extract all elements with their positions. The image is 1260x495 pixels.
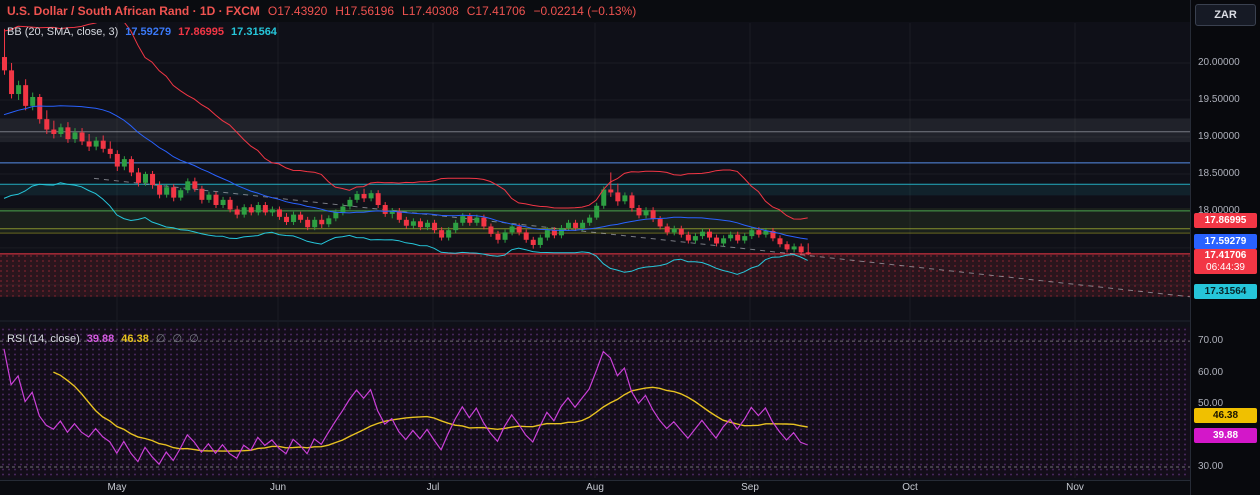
low-value: L17.40308 [402, 4, 459, 18]
chart-header: U.S. Dollar / South African Rand · 1D · … [0, 0, 1190, 22]
rsi-axis-badge: 46.38 [1194, 407, 1257, 423]
axis-tick-label: 18.50000 [1198, 167, 1240, 179]
bb-lower-value: 17.31564 [231, 26, 277, 38]
price-axis-badge: 17.59279 [1194, 233, 1257, 249]
price-zone[interactable] [0, 118, 1190, 143]
bb-legend[interactable]: BB (20, SMA, close, 3) 17.59279 17.86995… [7, 26, 277, 38]
high-value: H17.56196 [335, 4, 395, 18]
month-label[interactable]: May [108, 481, 127, 495]
axis-tick-label: 19.00000 [1198, 130, 1240, 142]
change-value: −0.02214 (−0.13%) [533, 4, 637, 18]
time-scale[interactable]: May Jun Jul Aug Sep Oct Nov [0, 480, 1190, 495]
month-label[interactable]: Aug [586, 481, 604, 495]
rsi-legend[interactable]: RSI (14, close) 39.88 46.38 ∅ ∅ ∅ [7, 332, 201, 346]
trading-platform: U.S. Dollar / South African Rand · 1D · … [0, 0, 1260, 495]
rsi-axis-badge: 39.88 [1194, 428, 1257, 444]
red-zone-texture [0, 253, 1190, 297]
symbol-title[interactable]: U.S. Dollar / South African Rand · 1D · … [7, 4, 260, 18]
month-label[interactable]: Sep [741, 481, 759, 495]
currency-toggle-button[interactable]: ZAR [1195, 4, 1256, 26]
month-label[interactable]: Nov [1066, 481, 1084, 495]
vertical-gridlines [116, 23, 1076, 478]
axis-tick-label: 60.00 [1198, 366, 1224, 378]
bb-basis-value: 17.59279 [125, 26, 172, 38]
pane-divider[interactable] [0, 320, 1190, 322]
axis-tick-label: 30.00 [1198, 460, 1224, 472]
rsi-line[interactable] [3, 348, 808, 466]
price-axis-badge: 17.86995 [1194, 213, 1257, 229]
bb-upper-value: 17.86995 [178, 26, 225, 38]
month-label[interactable]: Jun [270, 481, 286, 495]
axis-tick-label: 19.50000 [1198, 93, 1240, 105]
currency-label: ZAR [1214, 9, 1237, 21]
axis-tick-label: 20.00000 [1198, 56, 1240, 68]
rsi-legend-label[interactable]: RSI (14, close) [7, 333, 80, 345]
chart-area[interactable] [0, 0, 1260, 495]
rsi-hidden-values: ∅ ∅ ∅ [155, 333, 201, 345]
axis-tick-label: 70.00 [1198, 335, 1224, 347]
price-scale[interactable]: ZAR 20.00000 19.50000 19.00000 18.50000 18.0… [1190, 0, 1260, 495]
open-value: O17.43920 [267, 4, 328, 18]
close-value: C17.41706 [466, 4, 526, 18]
price-axis-badge: 17.41706 06:44:39 [1194, 249, 1257, 275]
chart-canvas[interactable] [0, 0, 1260, 495]
bb-legend-label[interactable]: BB (20, SMA, close, 3) [7, 26, 118, 38]
rsi-value: 39.88 [86, 332, 115, 345]
rsi-ma-line[interactable] [53, 371, 808, 452]
month-label[interactable]: Oct [902, 481, 918, 495]
month-label[interactable]: Jul [427, 481, 440, 495]
rsi-ma-value: 46.38 [121, 332, 149, 345]
price-axis-badge: 17.31564 [1194, 284, 1257, 300]
